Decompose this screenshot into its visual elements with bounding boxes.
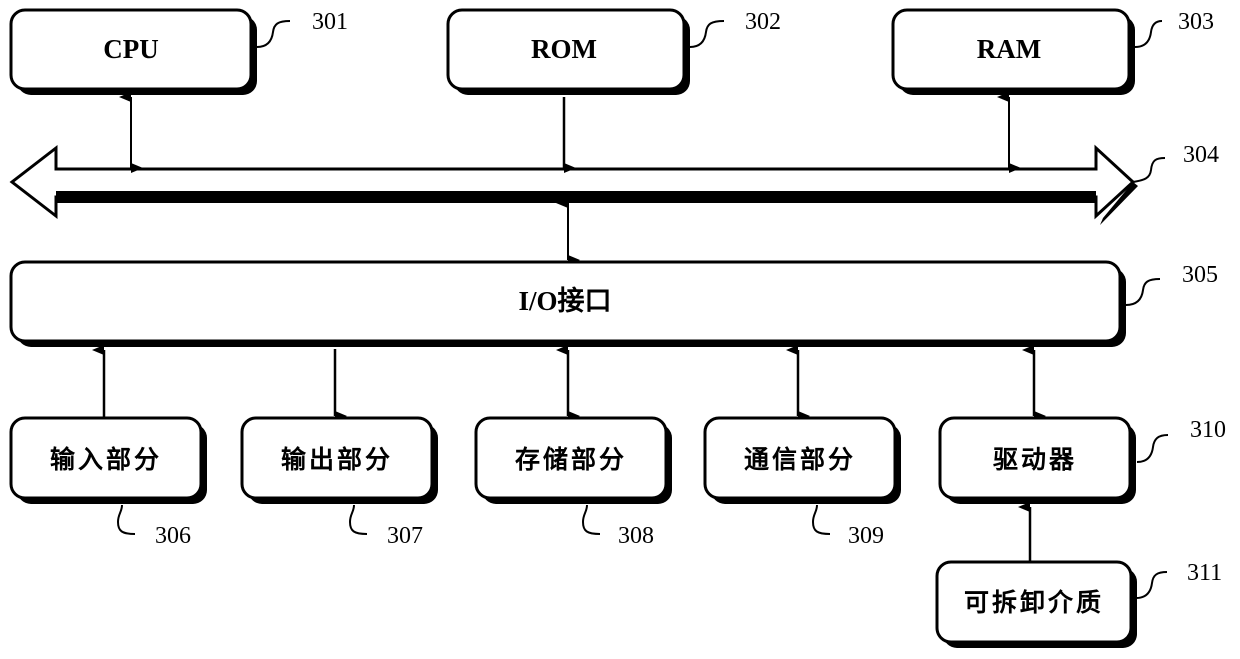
- ram-box: RAM: [891, 8, 1135, 95]
- output-part-box: 输出部分: [240, 416, 438, 504]
- output-ref-number: 307: [387, 523, 423, 549]
- ram-label: RAM: [977, 34, 1041, 64]
- io-ref-number: 305: [1182, 262, 1218, 288]
- ram-leader-line: [1134, 20, 1163, 48]
- comm-part-label: 通信部分: [744, 445, 856, 474]
- cpu-label: CPU: [103, 34, 159, 64]
- io-interface-box: I/O接口: [9, 260, 1126, 347]
- driver-leader-line: [1136, 434, 1169, 463]
- removable-media-label: 可拆卸介质: [964, 588, 1104, 617]
- output-part-label: 输出部分: [281, 445, 393, 474]
- io-leader-line: [1125, 278, 1161, 306]
- media-ref-number: 311: [1187, 560, 1222, 586]
- comm-leader-line: [811, 504, 831, 535]
- driver-box: 驱动器: [938, 416, 1136, 504]
- cpu-ref-number: 301: [312, 9, 348, 35]
- storage-leader-line: [581, 504, 601, 535]
- storage-part-label: 存储部分: [515, 445, 627, 474]
- cpu-leader-line: [256, 20, 291, 48]
- ram-ref-number: 303: [1178, 9, 1214, 35]
- rom-box: ROM: [446, 8, 690, 95]
- driver-label: 驱动器: [993, 445, 1077, 474]
- bus-ref-number: 304: [1183, 142, 1219, 168]
- input-part-box: 输入部分: [9, 416, 207, 504]
- rom-leader-line: [689, 20, 725, 48]
- comm-part-box: 通信部分: [703, 416, 901, 504]
- driver-ref-number: 310: [1190, 417, 1226, 443]
- input-part-label: 输入部分: [50, 445, 162, 474]
- system-bus-arrow: [9, 144, 1138, 225]
- rom-label: ROM: [531, 34, 597, 64]
- cpu-box: CPU: [9, 8, 257, 95]
- storage-part-box: 存储部分: [474, 416, 672, 504]
- output-leader-line: [348, 504, 368, 535]
- input-ref-number: 306: [155, 523, 191, 549]
- media-leader-line: [1135, 571, 1168, 599]
- hardware-block-diagram: CPU 301 ROM 302 RAM 303 304 I/O接口 305 输入…: [9, 8, 1226, 648]
- comm-ref-number: 309: [848, 523, 884, 549]
- io-interface-label: I/O接口: [518, 286, 611, 316]
- storage-ref-number: 308: [618, 523, 654, 549]
- input-leader-line: [116, 504, 136, 535]
- removable-media-box: 可拆卸介质: [935, 560, 1137, 648]
- rom-ref-number: 302: [745, 9, 781, 35]
- bus-leader-line: [1132, 157, 1166, 183]
